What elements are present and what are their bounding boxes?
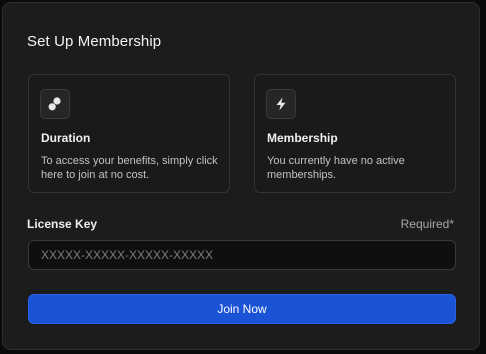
shapes-icon — [40, 89, 70, 119]
required-indicator: Required* — [400, 217, 454, 231]
dialog-title: Set Up Membership — [27, 33, 162, 50]
duration-card[interactable]: Duration To access your benefits, simply… — [28, 74, 230, 193]
license-key-input[interactable] — [28, 240, 456, 270]
membership-dialog: Set Up Membership Duration To access you… — [2, 2, 480, 350]
card-description: To access your benefits, simply click he… — [41, 155, 218, 181]
card-description: You currently have no active memberships… — [267, 155, 405, 181]
card-title: Membership — [267, 131, 338, 145]
join-now-button[interactable]: Join Now — [28, 294, 456, 324]
license-key-label: License Key — [27, 217, 98, 231]
lightning-bolt-icon — [266, 89, 296, 119]
membership-card[interactable]: Membership You currently have no active … — [254, 74, 456, 193]
card-title: Duration — [41, 131, 91, 145]
